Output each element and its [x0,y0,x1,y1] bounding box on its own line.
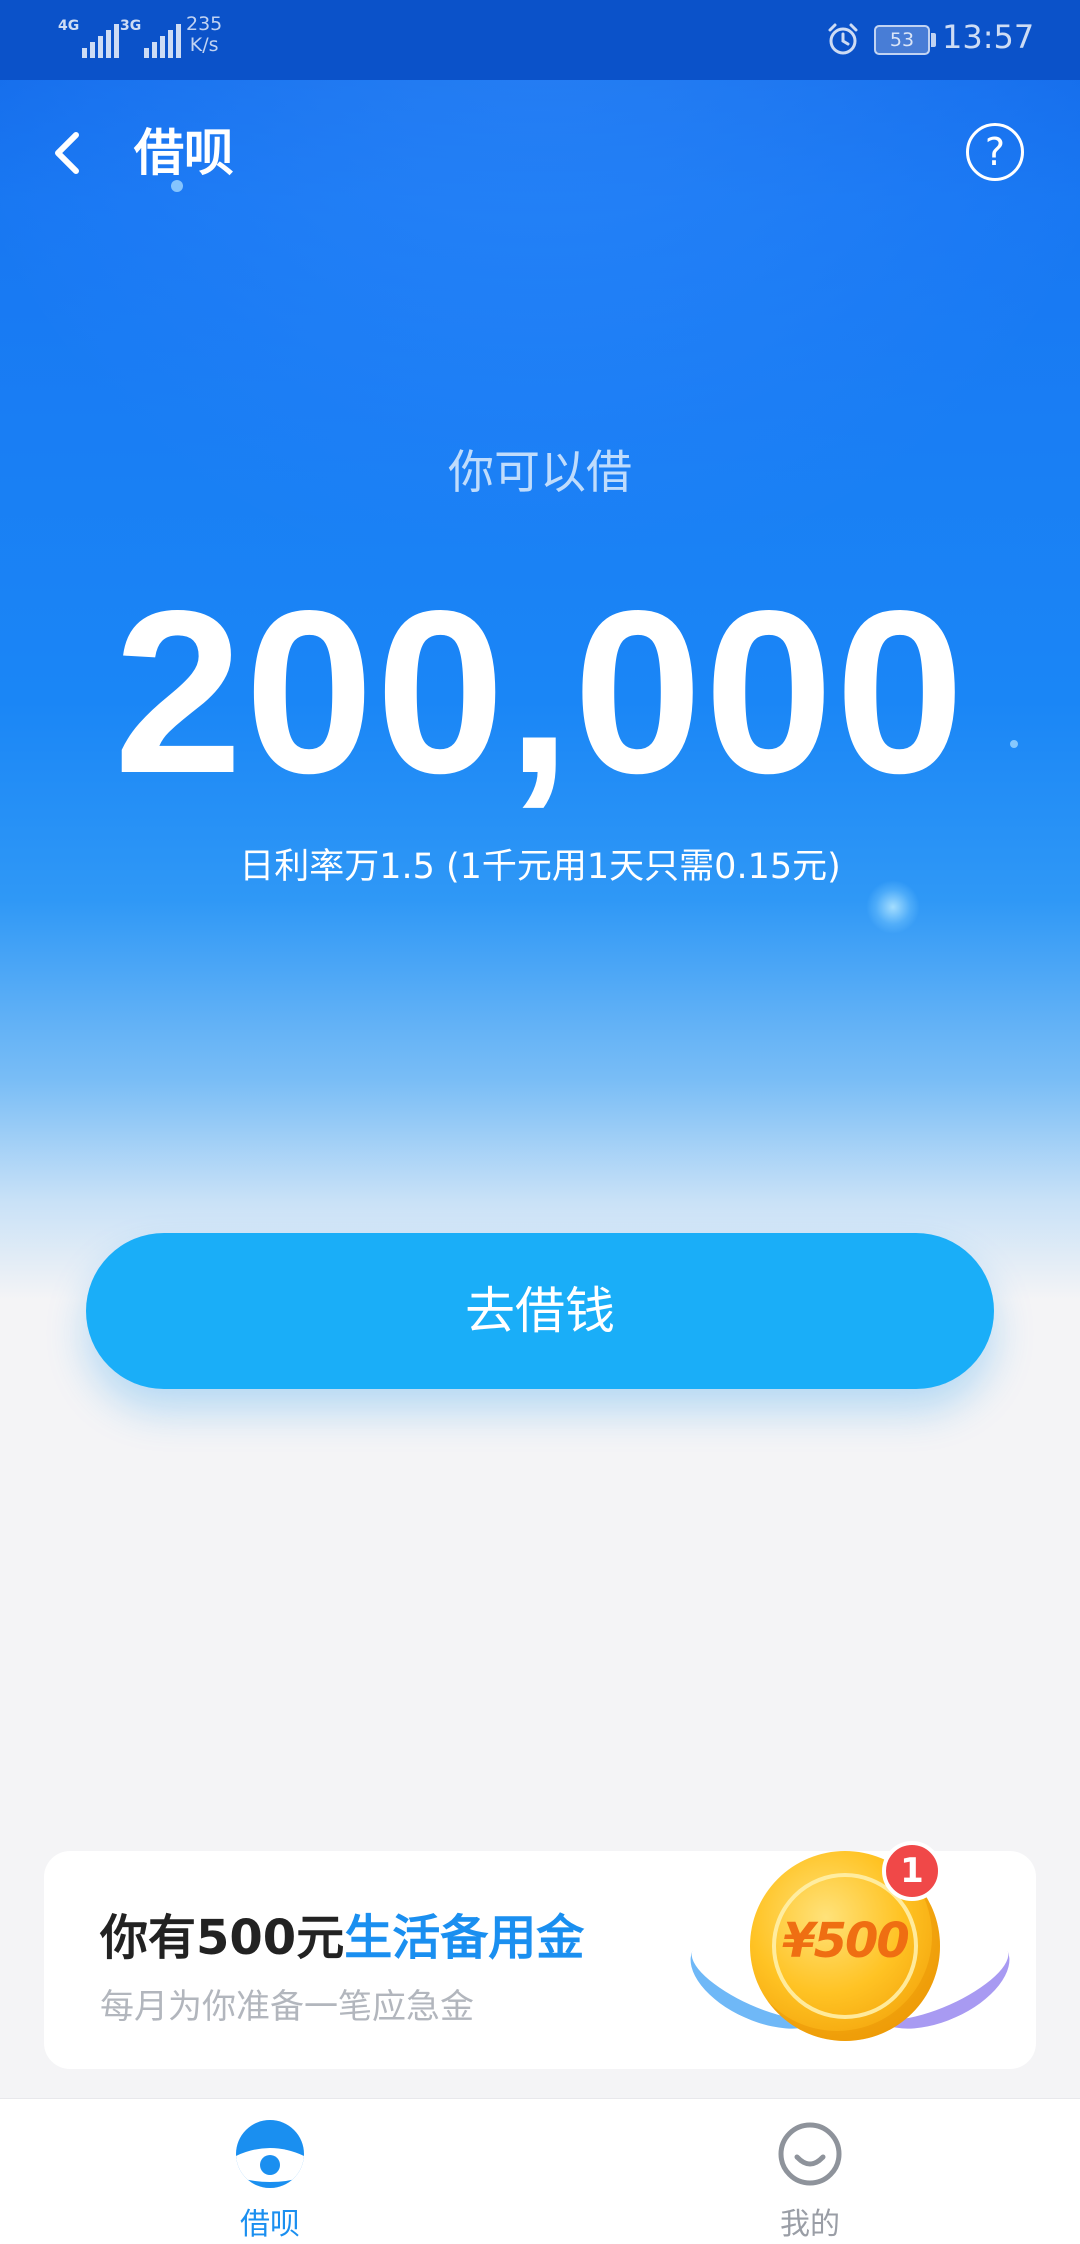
borrow-button[interactable]: 去借钱 [86,1233,994,1389]
help-icon: ? [984,130,1006,174]
battery-tip [931,33,936,47]
chevron-left-icon [55,132,79,174]
help-button[interactable]: ? [966,123,1024,181]
jiebei-icon [236,2120,304,2188]
borrow-subtitle: 你可以借 [448,445,632,499]
promo-card[interactable]: 你有500元生活备用金 每月为你准备一笔应急金 ¥500 1 [44,1841,1036,2069]
notification-badge: 1 [882,1841,942,1901]
smiley-icon [778,2122,842,2186]
bottom-tab-bar: 借呗 我的 [0,2098,1080,2244]
tab-jiebei-label: 借呗 [240,2207,300,2242]
network-speed: 235 K/s [186,14,222,56]
coin-illustration: ¥500 1 [676,1831,1024,2061]
network-speed-value: 235 [186,13,223,35]
promo-subtitle: 每月为你准备一笔应急金 [100,1987,474,2027]
interest-rate-text: 日利率万1.5 (1千元用1天只需0.15元) [239,847,841,887]
battery-level: 53 [876,27,928,53]
status-bar: 4G 3G 235 K/s 53 13:57 [0,0,1080,80]
tab-mine[interactable]: 我的 [540,2099,1080,2244]
page-title: 借呗 [134,124,234,182]
status-time: 13:57 [942,18,1035,56]
promo-title-prefix: 你有500元 [100,1910,345,1966]
coin-label: ¥500 [782,1913,910,1969]
battery-icon: 53 [874,25,930,55]
promo-title: 你有500元生活备用金 [100,1898,584,1968]
back-button[interactable] [40,118,100,188]
promo-title-highlight: 生活备用金 [344,1910,585,1966]
tab-jiebei[interactable]: 借呗 [0,2099,540,2244]
network-speed-unit: K/s [189,34,219,56]
alarm-icon [828,23,858,55]
credit-amount: 200,000 [113,563,967,822]
tab-mine-label: 我的 [780,2207,840,2242]
